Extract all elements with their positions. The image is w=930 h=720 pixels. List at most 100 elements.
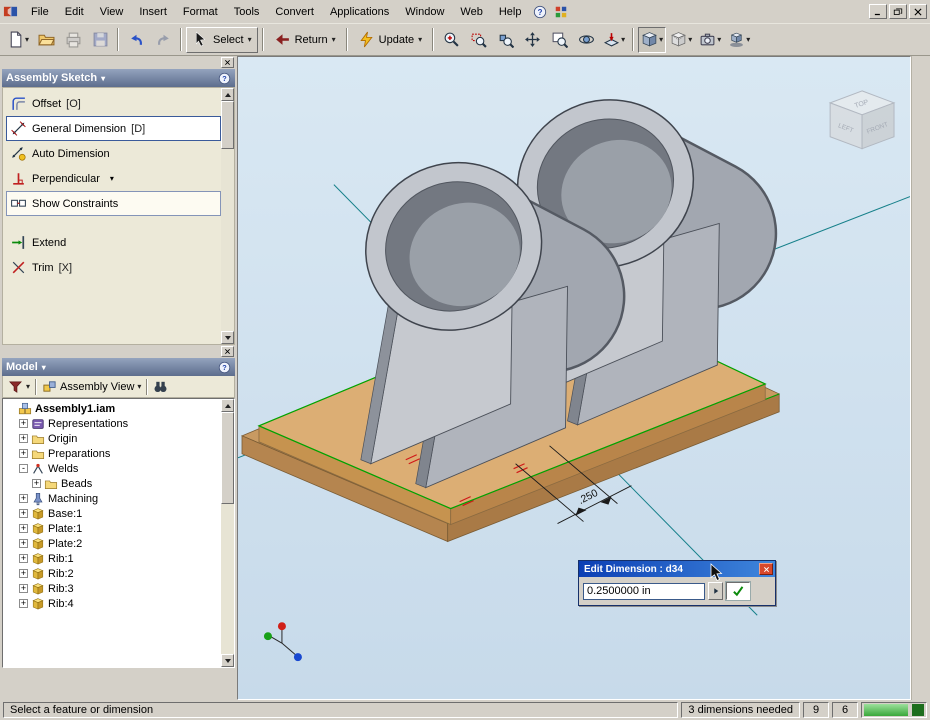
menu-item[interactable]: Convert: [267, 3, 322, 21]
menu-item[interactable]: Format: [175, 3, 226, 21]
restore-button[interactable]: [889, 4, 907, 19]
tree-item[interactable]: + Plate:2: [3, 536, 221, 551]
sketch-tool[interactable]: Offset [O]: [6, 91, 221, 116]
help-icon[interactable]: [530, 3, 550, 21]
3d-scene[interactable]: .250 TOP LEFT FRONT: [238, 57, 910, 699]
model-tree-scrollbar[interactable]: [221, 399, 234, 667]
tree-expander[interactable]: +: [19, 599, 28, 608]
menu-item[interactable]: View: [92, 3, 132, 21]
toolbar-button[interactable]: [546, 26, 573, 53]
find-button[interactable]: [151, 377, 170, 396]
menu-item[interactable]: Window: [397, 3, 452, 21]
scroll-up-arrow[interactable]: [221, 88, 234, 101]
toolbar-button[interactable]: [123, 26, 150, 53]
tree-item[interactable]: + Base:1: [3, 506, 221, 521]
tree-item[interactable]: + Rib:4: [3, 596, 221, 611]
toolbar-button[interactable]: [60, 26, 87, 53]
tree-item[interactable]: + Machining: [3, 491, 221, 506]
chevron-down-icon[interactable]: ▾: [26, 382, 30, 391]
sketch-tool[interactable]: Extend: [6, 230, 221, 255]
chevron-down-icon[interactable]: ▾: [248, 35, 252, 44]
assembly-view-selector[interactable]: Assembly View ▾: [40, 377, 143, 396]
toolbar-button[interactable]: [438, 26, 465, 53]
tree-expander[interactable]: +: [19, 509, 28, 518]
toolbar-button[interactable]: [33, 26, 60, 53]
toolbar-button[interactable]: [150, 26, 177, 53]
sketch-tool[interactable]: General Dimension [D]: [6, 116, 221, 141]
addins-icon[interactable]: [551, 3, 571, 21]
toolbar-button[interactable]: ▾: [4, 26, 33, 53]
chevron-down-icon[interactable]: ▾: [42, 363, 46, 372]
scroll-up-arrow[interactable]: [221, 399, 234, 412]
tree-expander[interactable]: +: [19, 584, 28, 593]
tree-item[interactable]: + Beads: [3, 476, 221, 491]
scroll-thumb[interactable]: [221, 412, 234, 504]
tree-expander[interactable]: +: [19, 419, 28, 428]
tree-item[interactable]: + Preparations: [3, 446, 221, 461]
sketch-tool[interactable]: Show Constraints: [6, 191, 221, 216]
tree-expander[interactable]: -: [19, 464, 28, 473]
menu-item[interactable]: Tools: [226, 3, 268, 21]
toolbar-button[interactable]: ▾: [667, 26, 696, 53]
toolbar-button[interactable]: ▾: [725, 26, 754, 53]
close-panel-button[interactable]: [221, 57, 234, 68]
toolbar-button[interactable]: [519, 26, 546, 53]
update-button[interactable]: Update ▾: [351, 26, 429, 53]
tree-expander[interactable]: +: [19, 524, 28, 533]
dialog-title-bar[interactable]: Edit Dimension : d34: [579, 561, 775, 577]
sketch-tool[interactable]: Trim [X]: [6, 255, 221, 280]
tree-item[interactable]: + Representations: [3, 416, 221, 431]
chevron-down-icon[interactable]: ▾: [137, 382, 141, 391]
tree-expander[interactable]: +: [19, 554, 28, 563]
toolbar-button[interactable]: [87, 26, 114, 53]
menu-item[interactable]: Applications: [322, 3, 397, 21]
assembly-sketch-panel-header[interactable]: Assembly Sketch ▾: [2, 69, 235, 87]
tree-expander[interactable]: +: [19, 494, 28, 503]
tree-item[interactable]: - Welds: [3, 461, 221, 476]
toolbar-button[interactable]: [573, 26, 600, 53]
select-tool-button[interactable]: Select ▾: [186, 26, 258, 53]
tree-expander[interactable]: +: [19, 434, 28, 443]
toolbar-button[interactable]: ▾: [638, 26, 667, 53]
scroll-down-arrow[interactable]: [221, 654, 234, 667]
scroll-thumb[interactable]: [221, 101, 234, 149]
menu-item[interactable]: File: [23, 3, 57, 21]
sketch-tool[interactable]: Auto Dimension: [6, 141, 221, 166]
view-cube[interactable]: TOP LEFT FRONT: [828, 90, 896, 150]
sketch-panel-scrollbar[interactable]: [221, 88, 234, 344]
tree-expander[interactable]: +: [19, 569, 28, 578]
dialog-close-button[interactable]: [759, 563, 773, 575]
menu-item[interactable]: Edit: [57, 3, 92, 21]
toolbar-button[interactable]: ▾: [600, 26, 629, 53]
panel-help-button[interactable]: [218, 72, 231, 85]
menu-item[interactable]: Insert: [131, 3, 175, 21]
toolbar-button[interactable]: [465, 26, 492, 53]
tree-expander[interactable]: +: [19, 449, 28, 458]
close-window-button[interactable]: [909, 4, 927, 19]
tree-item[interactable]: + Rib:2: [3, 566, 221, 581]
accept-button[interactable]: [725, 581, 751, 601]
sketch-tool[interactable]: Perpendicular ▾: [6, 166, 221, 191]
chevron-down-icon[interactable]: ▾: [332, 35, 336, 44]
panel-help-button[interactable]: [218, 361, 231, 374]
tree-item[interactable]: + Origin: [3, 431, 221, 446]
dimension-flyout-button[interactable]: [708, 582, 723, 600]
toolbar-button[interactable]: ▾: [696, 26, 725, 53]
toolbar-button[interactable]: [492, 26, 519, 53]
tree-item[interactable]: + Rib:1: [3, 551, 221, 566]
tree-item[interactable]: Assembly1.iam: [3, 401, 221, 416]
chevron-down-icon[interactable]: ▾: [418, 35, 422, 44]
filter-button[interactable]: ▾: [6, 377, 32, 396]
close-panel-button[interactable]: [221, 346, 234, 357]
return-button[interactable]: Return ▾: [267, 26, 342, 53]
tree-expander[interactable]: +: [32, 479, 41, 488]
tree-expander[interactable]: +: [19, 539, 28, 548]
dimension-value-input[interactable]: [583, 582, 705, 600]
model-panel-header[interactable]: Model ▾: [2, 358, 235, 376]
chevron-down-icon[interactable]: ▾: [101, 74, 105, 83]
menu-item[interactable]: Help: [491, 3, 530, 21]
tree-item[interactable]: + Rib:3: [3, 581, 221, 596]
viewport[interactable]: .250 TOP LEFT FRONT Edit Dimension: d34…: [237, 56, 911, 700]
menu-item[interactable]: Web: [452, 3, 490, 21]
tree-item[interactable]: + Plate:1: [3, 521, 221, 536]
